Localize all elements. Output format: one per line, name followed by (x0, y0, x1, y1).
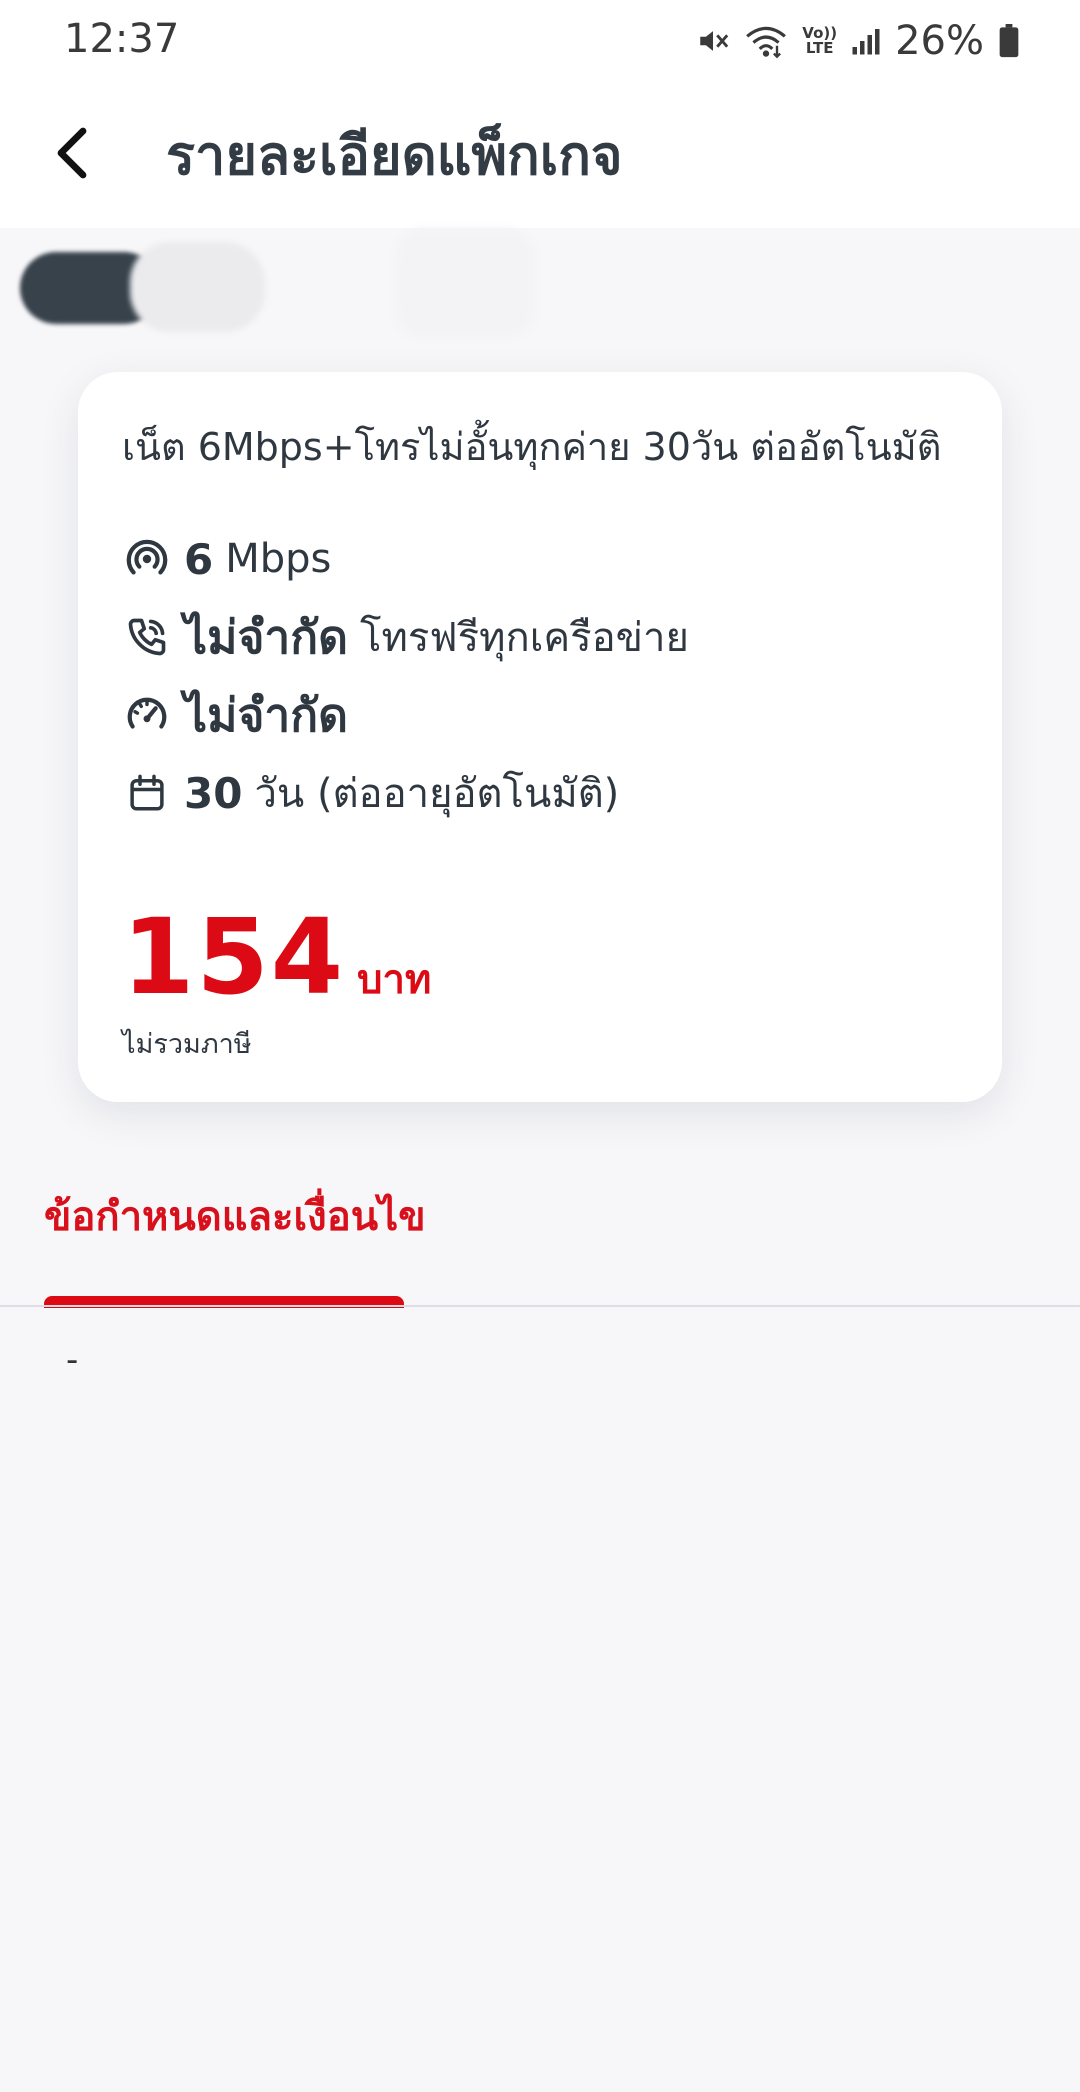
phone-icon (122, 612, 172, 662)
feature-calls: ไม่จำกัด โทรฟรีทุกเครือข่าย (122, 598, 689, 676)
tab-terms-and-conditions[interactable]: ข้อกำหนดและเงื่อนไข (44, 1180, 426, 1308)
battery-icon (998, 24, 1020, 58)
battery-percent: 26% (895, 18, 984, 64)
status-bar: 12:37 Vo)) LTE 26% (0, 0, 1080, 82)
status-time: 12:37 (64, 16, 180, 62)
wifi-icon (744, 23, 788, 59)
package-detail-screen: 12:37 Vo)) LTE 26% รายละเอียดแพ็กเกจ เน็… (0, 0, 1080, 2092)
package-card: เน็ต 6Mbps+โทรไม่อั้นทุกค่าย 30วัน ต่ออั… (78, 372, 1002, 1102)
calls-text: โทรฟรีทุกเครือข่าย (359, 615, 689, 661)
feature-list: 6 Mbps ไม่จำกัด โทรฟรีทุกเครือข่าย ไม่จำ… (122, 520, 689, 832)
calls-value: ไม่จำกัด (184, 609, 348, 664)
volte-bottom-label: LTE (805, 39, 834, 57)
signal-icon (851, 26, 881, 56)
speedometer-icon (122, 690, 172, 740)
package-name: เน็ต 6Mbps+โทรไม่อั้นทุกค่าย 30วัน ต่ออั… (122, 425, 942, 469)
tax-note: ไม่รวมภาษี (122, 1029, 252, 1060)
data-value: ไม่จำกัด (184, 687, 348, 742)
feature-data: ไม่จำกัด (122, 676, 689, 754)
signal-broadcast-icon (122, 534, 172, 584)
status-icons: Vo)) LTE 26% (696, 18, 1020, 64)
price-row: 154 บาท (122, 902, 431, 1012)
page-title: รายละเอียดแพ็กเกจ (166, 124, 623, 187)
speed-unit: Mbps (225, 536, 332, 582)
tab-divider (0, 1305, 1080, 1307)
volte-icon: Vo)) LTE (802, 26, 837, 56)
validity-value: 30 (184, 768, 243, 818)
validity-text: วัน (ต่ออายุอัตโนมัติ) (254, 771, 620, 817)
banner-image (0, 228, 1080, 348)
terms-content: - (66, 1340, 79, 1380)
back-button[interactable] (38, 116, 108, 194)
calendar-icon (122, 768, 172, 818)
feature-speed: 6 Mbps (122, 520, 689, 598)
price-currency: บาท (357, 957, 432, 1003)
price-block: 154 บาท ไม่รวมภาษี (122, 902, 431, 1065)
speed-value: 6 (184, 534, 214, 584)
mute-icon (696, 24, 730, 58)
chevron-left-icon (53, 127, 93, 183)
price-amount: 154 (122, 896, 346, 1018)
feature-validity: 30 วัน (ต่ออายุอัตโนมัติ) (122, 754, 689, 832)
tab-label: ข้อกำหนดและเงื่อนไข (44, 1194, 426, 1240)
app-bar: รายละเอียดแพ็กเกจ (0, 82, 1080, 228)
